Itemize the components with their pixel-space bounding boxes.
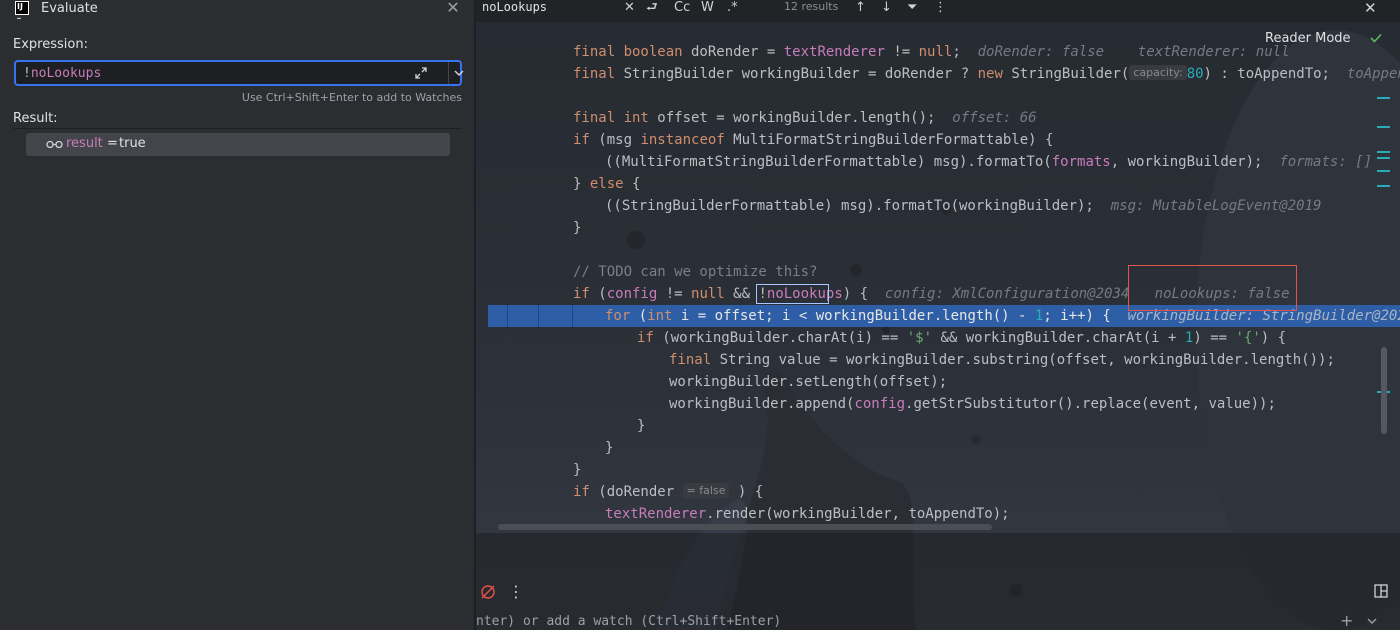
expression-negation: !: [23, 66, 31, 81]
parameter-hint: capacity:: [1129, 65, 1187, 80]
filter-icon[interactable]: ⏷: [907, 0, 917, 16]
result-equals: =: [107, 136, 118, 151]
code-line: }: [637, 418, 646, 434]
code-line: workingBuilder.setLength(offset);: [669, 374, 948, 390]
dialog-title: Evaluate: [41, 1, 98, 16]
newline-icon[interactable]: ⮐: [646, 0, 658, 16]
find-bar: noLookups ✕ ⮐ Cc W .* 12 results ↑ ↓ ⏷ ⋮…: [476, 0, 1400, 22]
regex-toggle[interactable]: .*: [727, 0, 738, 16]
code-line: workingBuilder.append(config.getStrSubst…: [669, 396, 1276, 412]
scroll-marker: [1377, 126, 1390, 128]
intellij-logo-icon: IJ _: [15, 1, 29, 19]
code-editor: noLookups ✕ ⮐ Cc W .* 12 results ↑ ↓ ⏷ ⋮…: [476, 0, 1400, 630]
close-icon[interactable]: ✕: [445, 0, 461, 16]
vertical-scrollbar[interactable]: [1381, 347, 1387, 434]
code-line: }: [573, 462, 582, 478]
code-line: final boolean doRender = textRenderer !=…: [573, 44, 1290, 60]
add-to-watches-hint: Use Ctrl+Shift+Enter to add to Watches: [241, 91, 462, 104]
code-comment: // TODO can we optimize this?: [573, 264, 818, 280]
scroll-marker: [1377, 97, 1390, 99]
result-name: result: [66, 136, 103, 151]
result-panel: result = true: [14, 128, 462, 630]
input-separator: [448, 62, 449, 84]
expression-text[interactable]: !noLookups: [23, 66, 101, 81]
inline-value-hint: doRender: false: [977, 44, 1105, 60]
add-icon[interactable]: +: [1340, 613, 1353, 629]
code-line: ((StringBuilderFormattable) msg).formatT…: [605, 198, 1322, 214]
inline-value-hint: config: XmlConfiguration@2034: [884, 286, 1130, 302]
inline-value-hint: toAppendTo: [1346, 66, 1400, 82]
clear-search-icon[interactable]: ✕: [624, 0, 635, 16]
scroll-marker: [1377, 157, 1390, 159]
code-line: if (msg instanceof MultiFormatStringBuil…: [573, 132, 1054, 148]
evaluate-dialog: IJ _ Evaluate ✕ Expression: !noLookups Us…: [0, 0, 475, 630]
find-query-input[interactable]: noLookups: [482, 0, 547, 14]
match-case-toggle[interactable]: Cc: [674, 0, 690, 16]
more-icon[interactable]: ⋮: [508, 583, 524, 601]
result-label: Result:: [13, 111, 58, 126]
search-result-count: 12 results: [784, 0, 839, 13]
chevron-down-icon[interactable]: [1366, 615, 1378, 627]
code-line: final String value = workingBuilder.subs…: [669, 352, 1335, 368]
expression-input[interactable]: !noLookups: [14, 60, 464, 86]
glasses-icon: [46, 140, 63, 149]
debug-panel: ⋮ nter) or add a watch (Ctrl+Shift+Enter…: [476, 533, 1400, 630]
code-line: if (workingBuilder.charAt(i) == '$' && w…: [637, 330, 1287, 346]
inline-value-hint: offset: 66: [952, 110, 1037, 126]
result-row[interactable]: result = true: [26, 133, 450, 156]
inline-value-hint: formats: []: [1279, 154, 1373, 170]
code-line: final int offset = workingBuilder.length…: [573, 110, 1037, 126]
code-line: final StringBuilder workingBuilder = doR…: [476, 63, 1400, 85]
search-match-highlight: [756, 284, 829, 304]
inline-value-inlay: = false: [682, 483, 730, 498]
expression-label: Expression:: [13, 37, 88, 52]
inline-value-hint: textRenderer: null: [1137, 44, 1290, 60]
arrow-down-icon[interactable]: ↓: [881, 0, 892, 16]
code-line: } else {: [573, 176, 641, 192]
chevron-down-icon[interactable]: [452, 66, 466, 80]
close-find-icon[interactable]: ✕: [1364, 0, 1377, 16]
watch-expression-input[interactable]: nter) or add a watch (Ctrl+Shift+Enter): [476, 614, 781, 629]
horizontal-scrollbar[interactable]: [498, 524, 992, 530]
expand-icon[interactable]: [414, 66, 428, 80]
scroll-marker: [1377, 185, 1390, 187]
annotation-box: [1128, 265, 1297, 311]
code-line: textRenderer.render(workingBuilder, toAp…: [605, 506, 1010, 522]
inline-value-hint: msg: MutableLogEvent@2019: [1110, 198, 1322, 214]
scroll-marker: [1377, 170, 1390, 172]
arrow-up-icon[interactable]: ↑: [855, 0, 866, 16]
expression-variable: noLookups: [30, 66, 102, 81]
code-line: }: [573, 220, 582, 236]
code-line: ((MultiFormatStringBuilderFormattable) m…: [605, 154, 1373, 170]
layout-icon[interactable]: [1374, 584, 1388, 598]
words-toggle[interactable]: W: [701, 0, 714, 16]
scroll-marker: [1377, 151, 1390, 153]
code-line: if (doRender = false ) {: [573, 483, 764, 500]
mute-breakpoints-icon[interactable]: [480, 584, 496, 600]
code-line: }: [605, 440, 614, 456]
more-icon[interactable]: ⋮: [934, 0, 947, 16]
result-value: true: [119, 136, 146, 151]
dialog-title-bar: IJ _ Evaluate ✕: [0, 0, 475, 20]
